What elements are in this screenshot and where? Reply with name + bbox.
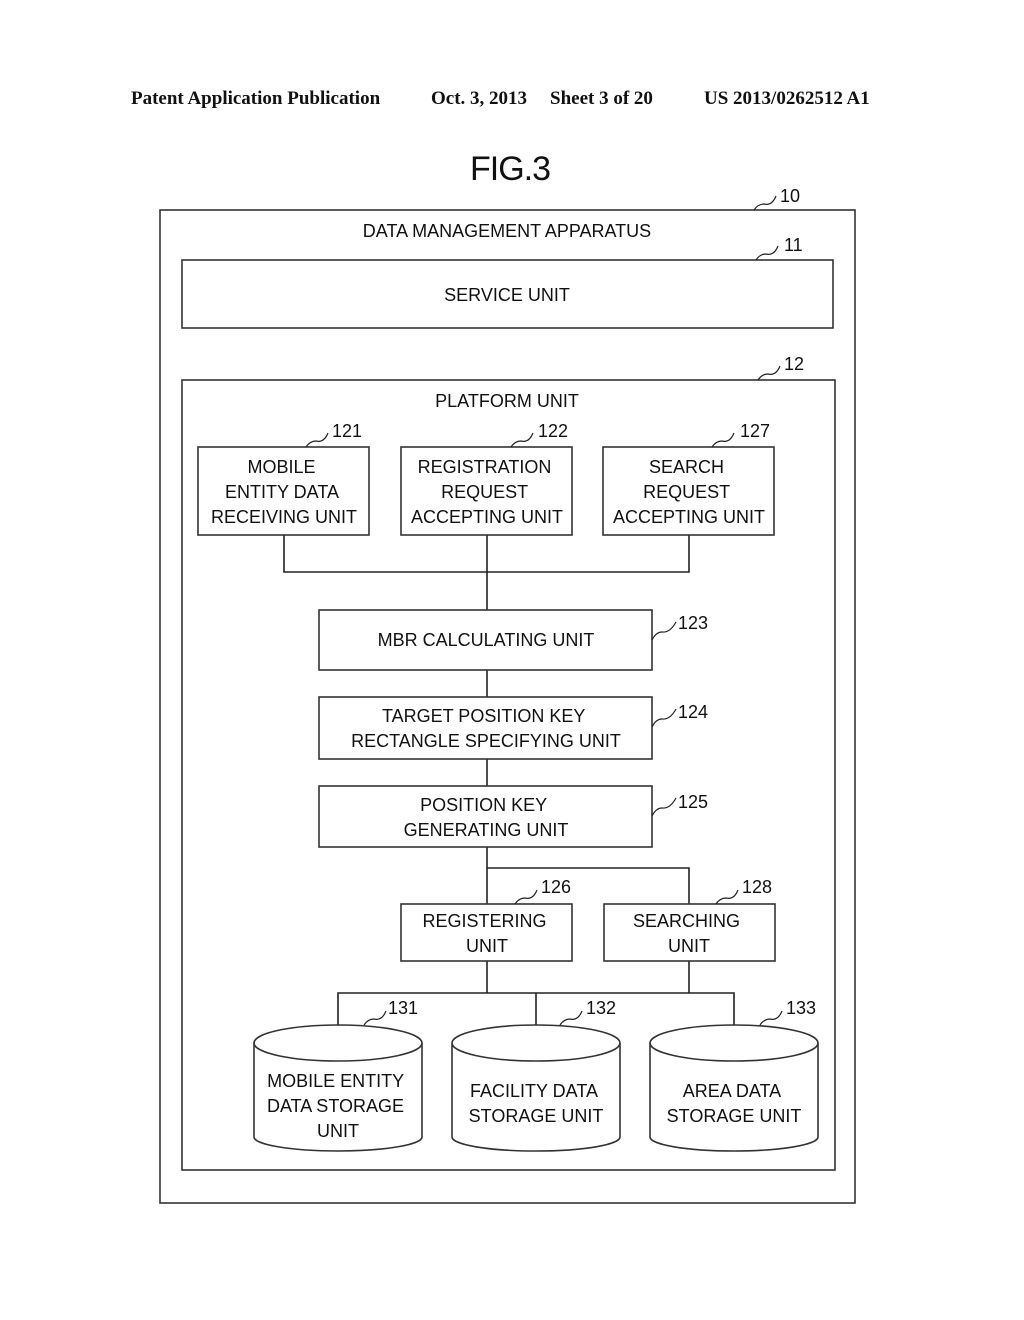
ref-126: 126 (541, 877, 571, 897)
ref-133: 133 (786, 998, 816, 1018)
ref-132: 132 (586, 998, 616, 1018)
ref-121: 121 (332, 421, 362, 441)
ref-127: 127 (740, 421, 770, 441)
ref-131: 131 (388, 998, 418, 1018)
ref-124: 124 (678, 702, 708, 722)
ref-123: 123 (678, 613, 708, 633)
ref-12: 12 (784, 354, 804, 374)
platform-unit-label: PLATFORM UNIT (435, 391, 579, 411)
ref-11: 11 (784, 235, 803, 255)
block-diagram: DATA MANAGEMENT APPARATUS 10 SERVICE UNI… (159, 186, 856, 1204)
unit-123-label: MBR CALCULATING UNIT (378, 630, 595, 650)
apparatus-label: DATA MANAGEMENT APPARATUS (363, 221, 651, 241)
ref-122: 122 (538, 421, 568, 441)
ref-125: 125 (678, 792, 708, 812)
ref-128: 128 (742, 877, 772, 897)
unit-125: POSITION KEY GENERATING UNIT 125 (318, 785, 708, 848)
ref-10: 10 (780, 186, 800, 206)
unit-123: MBR CALCULATING UNIT 123 (318, 609, 708, 671)
service-unit-label: SERVICE UNIT (444, 285, 570, 305)
unit-124: TARGET POSITION KEY RECTANGLE SPECIFYING… (318, 696, 708, 760)
ref-leader-10 (753, 195, 777, 211)
